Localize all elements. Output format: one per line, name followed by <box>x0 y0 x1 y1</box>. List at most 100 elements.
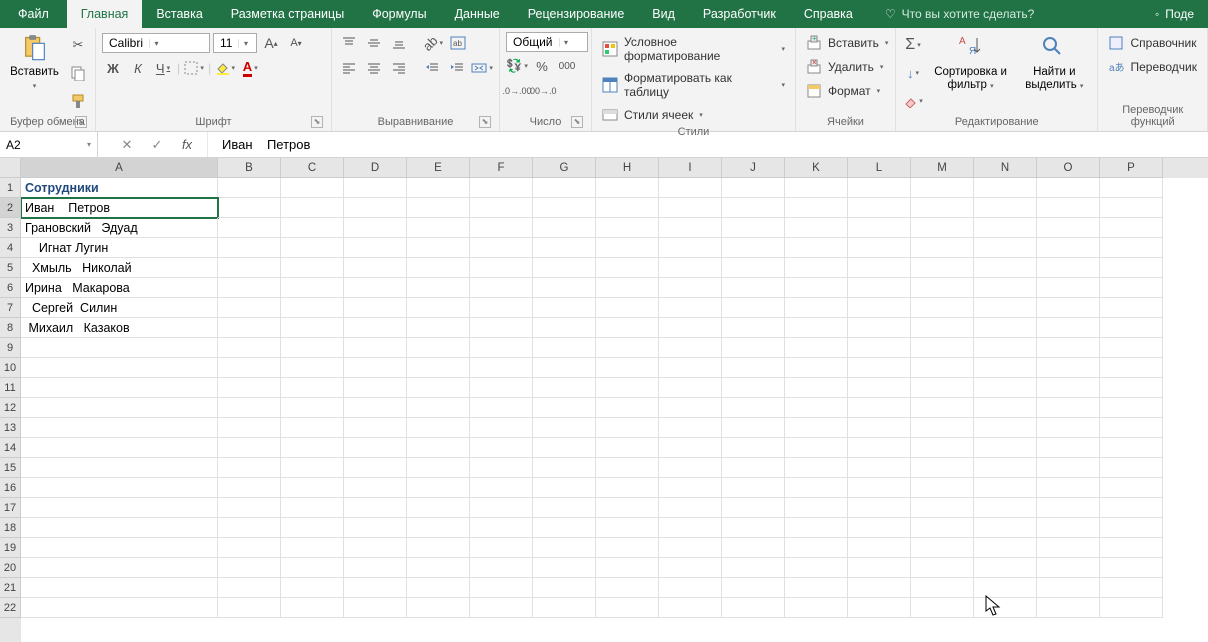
cell-N21[interactable] <box>974 578 1037 598</box>
cell-B4[interactable] <box>218 238 281 258</box>
col-header-K[interactable]: K <box>785 158 848 178</box>
cell-C6[interactable] <box>281 278 344 298</box>
translator-button[interactable]: aあПереводчик <box>1104 58 1201 76</box>
cell-D17[interactable] <box>344 498 407 518</box>
cell-I2[interactable] <box>659 198 722 218</box>
cell-M20[interactable] <box>911 558 974 578</box>
cell-G16[interactable] <box>533 478 596 498</box>
cell-M2[interactable] <box>911 198 974 218</box>
accounting-format-button[interactable]: 💱 <box>506 55 528 77</box>
cell-B19[interactable] <box>218 538 281 558</box>
cell-D10[interactable] <box>344 358 407 378</box>
align-middle-button[interactable] <box>363 32 385 54</box>
cell-A6[interactable]: Ирина Макарова <box>21 278 218 298</box>
cell-G22[interactable] <box>533 598 596 618</box>
cut-button[interactable]: ✂ <box>67 34 89 56</box>
cell-C5[interactable] <box>281 258 344 278</box>
cell-N13[interactable] <box>974 418 1037 438</box>
cell-E12[interactable] <box>407 398 470 418</box>
cell-B11[interactable] <box>218 378 281 398</box>
cell-D4[interactable] <box>344 238 407 258</box>
cell-B18[interactable] <box>218 518 281 538</box>
cell-F4[interactable] <box>470 238 533 258</box>
font-dialog-launcher[interactable]: ⬊ <box>311 116 323 128</box>
cell-E14[interactable] <box>407 438 470 458</box>
cell-P17[interactable] <box>1100 498 1163 518</box>
cell-L21[interactable] <box>848 578 911 598</box>
cell-E9[interactable] <box>407 338 470 358</box>
cell-J18[interactable] <box>722 518 785 538</box>
cell-D15[interactable] <box>344 458 407 478</box>
tab-view[interactable]: Вид <box>638 0 689 28</box>
cell-P7[interactable] <box>1100 298 1163 318</box>
cell-D8[interactable] <box>344 318 407 338</box>
cell-I8[interactable] <box>659 318 722 338</box>
cell-B20[interactable] <box>218 558 281 578</box>
cell-D21[interactable] <box>344 578 407 598</box>
cell-A14[interactable] <box>21 438 218 458</box>
cell-G10[interactable] <box>533 358 596 378</box>
reference-button[interactable]: Справочник <box>1104 34 1201 52</box>
cell-J4[interactable] <box>722 238 785 258</box>
cell-N16[interactable] <box>974 478 1037 498</box>
cell-N10[interactable] <box>974 358 1037 378</box>
cell-F10[interactable] <box>470 358 533 378</box>
cell-C7[interactable] <box>281 298 344 318</box>
format-painter-button[interactable] <box>67 90 89 112</box>
cell-M18[interactable] <box>911 518 974 538</box>
cell-F3[interactable] <box>470 218 533 238</box>
col-header-N[interactable]: N <box>974 158 1037 178</box>
cell-C8[interactable] <box>281 318 344 338</box>
cell-D16[interactable] <box>344 478 407 498</box>
cell-E5[interactable] <box>407 258 470 278</box>
cell-F5[interactable] <box>470 258 533 278</box>
cell-P15[interactable] <box>1100 458 1163 478</box>
cell-J11[interactable] <box>722 378 785 398</box>
cell-C22[interactable] <box>281 598 344 618</box>
cell-G3[interactable] <box>533 218 596 238</box>
cell-H17[interactable] <box>596 498 659 518</box>
cell-M15[interactable] <box>911 458 974 478</box>
cell-G6[interactable] <box>533 278 596 298</box>
cell-L15[interactable] <box>848 458 911 478</box>
tab-file[interactable]: Файл <box>0 0 67 28</box>
col-header-L[interactable]: L <box>848 158 911 178</box>
cell-L17[interactable] <box>848 498 911 518</box>
row-header-5[interactable]: 5 <box>0 258 21 278</box>
cell-K20[interactable] <box>785 558 848 578</box>
cell-K3[interactable] <box>785 218 848 238</box>
cell-H7[interactable] <box>596 298 659 318</box>
cell-K1[interactable] <box>785 178 848 198</box>
cell-M3[interactable] <box>911 218 974 238</box>
cell-P14[interactable] <box>1100 438 1163 458</box>
tab-insert[interactable]: Вставка <box>142 0 216 28</box>
cell-B6[interactable] <box>218 278 281 298</box>
clear-button[interactable] <box>902 90 924 112</box>
cell-F6[interactable] <box>470 278 533 298</box>
cell-L13[interactable] <box>848 418 911 438</box>
sort-filter-button[interactable]: АЯ Сортировка и фильтр ▾ <box>928 32 1013 94</box>
cell-A21[interactable] <box>21 578 218 598</box>
cell-K12[interactable] <box>785 398 848 418</box>
cell-P9[interactable] <box>1100 338 1163 358</box>
cell-H1[interactable] <box>596 178 659 198</box>
cell-D6[interactable] <box>344 278 407 298</box>
col-header-P[interactable]: P <box>1100 158 1163 178</box>
underline-button[interactable]: Ч <box>152 57 174 79</box>
col-header-B[interactable]: B <box>218 158 281 178</box>
cell-L3[interactable] <box>848 218 911 238</box>
cell-C10[interactable] <box>281 358 344 378</box>
clipboard-dialog-launcher[interactable]: ⬊ <box>75 116 87 128</box>
copy-button[interactable] <box>67 62 89 84</box>
cell-A17[interactable] <box>21 498 218 518</box>
cell-B2[interactable] <box>218 198 281 218</box>
cell-B13[interactable] <box>218 418 281 438</box>
cell-I5[interactable] <box>659 258 722 278</box>
cell-E10[interactable] <box>407 358 470 378</box>
cell-E15[interactable] <box>407 458 470 478</box>
increase-font-button[interactable]: A▴ <box>260 32 282 54</box>
cell-I22[interactable] <box>659 598 722 618</box>
bold-button[interactable]: Ж <box>102 57 124 79</box>
cell-P11[interactable] <box>1100 378 1163 398</box>
cell-N8[interactable] <box>974 318 1037 338</box>
